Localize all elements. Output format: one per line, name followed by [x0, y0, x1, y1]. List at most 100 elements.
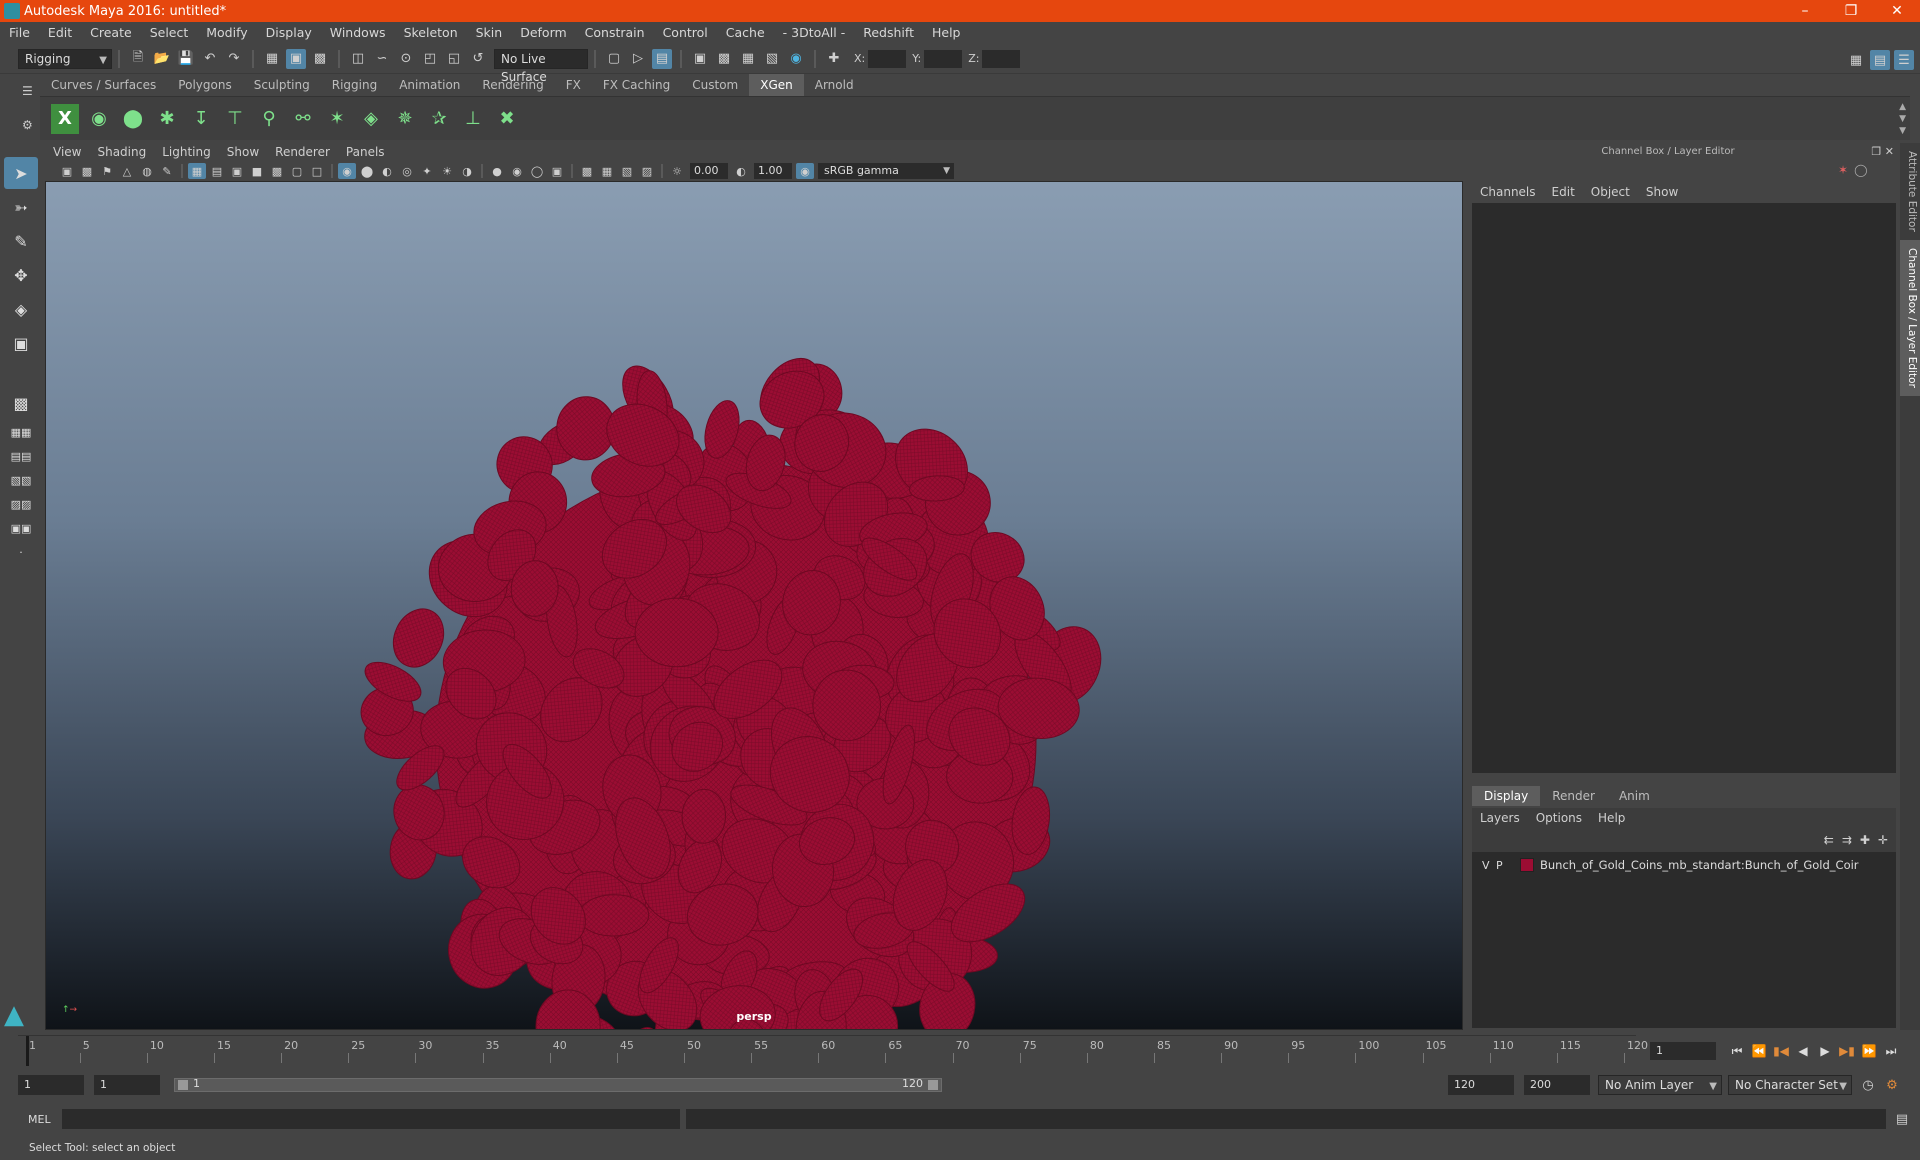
save-scene-icon[interactable]: 💾 [176, 49, 196, 69]
auto-key-icon[interactable]: ◷ [1858, 1075, 1878, 1095]
playback-end-field[interactable]: 120 [1448, 1075, 1514, 1095]
safe-action-icon[interactable]: ▢ [288, 163, 306, 179]
xgen-place-guide-icon[interactable]: ↧ [187, 104, 215, 134]
menu-create[interactable]: Create [81, 22, 141, 44]
go-to-start-icon[interactable]: ⏮ [1726, 1044, 1748, 1059]
menu-deform[interactable]: Deform [511, 22, 575, 44]
channel-box-menu-show[interactable]: Show [1638, 185, 1686, 199]
channel-box-toggle-icon[interactable]: ☰ [1894, 50, 1914, 70]
ipr-render-icon[interactable]: ▦ [738, 49, 758, 69]
channel-box-menu-edit[interactable]: Edit [1544, 185, 1583, 199]
scale-tool-icon[interactable]: ▣ [4, 327, 38, 359]
anti-aliasing-icon[interactable]: ◯ [528, 163, 546, 179]
shelf-tab-polygons[interactable]: Polygons [167, 74, 242, 96]
viewport-menu-renderer[interactable]: Renderer [267, 145, 338, 159]
step-back-key-icon[interactable]: ⏪ [1748, 1044, 1770, 1058]
current-frame-field[interactable]: 1 [1650, 1042, 1716, 1060]
isolate-select-icon[interactable]: ▩ [578, 163, 596, 179]
smooth-shade-icon[interactable]: ⬤ [358, 163, 376, 179]
gamma-field[interactable]: 1.00 [754, 163, 792, 179]
coins-wireframe[interactable] [46, 182, 1463, 1030]
image-plane-icon[interactable]: △ [118, 163, 136, 179]
animation-start-field[interactable]: 1 [18, 1075, 84, 1095]
snap-grid-icon[interactable]: ◫ [348, 49, 368, 69]
menu-redshift[interactable]: Redshift [854, 22, 923, 44]
new-scene-icon[interactable]: 🗎 [128, 49, 148, 69]
select-tool-icon[interactable]: ➤ [4, 157, 38, 189]
play-backwards-icon[interactable]: ◀ [1792, 1044, 1814, 1058]
film-gate-icon[interactable]: ▤ [208, 163, 226, 179]
command-language-label[interactable]: MEL [12, 1113, 62, 1126]
play-forwards-icon[interactable]: ▶ [1814, 1044, 1836, 1058]
menu-cache[interactable]: Cache [717, 22, 774, 44]
menu-display[interactable]: Display [257, 22, 321, 44]
safe-title-icon[interactable]: □ [308, 163, 326, 179]
select-components-icon[interactable]: ▩ [310, 49, 330, 69]
menu-constrain[interactable]: Constrain [576, 22, 654, 44]
close-icon[interactable]: ✕ [1874, 0, 1920, 22]
viewport-menu-lighting[interactable]: Lighting [154, 145, 219, 159]
shelf-tab-animation[interactable]: Animation [388, 74, 471, 96]
camera-select-icon[interactable]: ▣ [58, 163, 76, 179]
view-transform-dropdown[interactable]: sRGB gamma ▼ [818, 163, 954, 179]
snap-surface-icon[interactable]: ◱ [444, 49, 464, 69]
x-field[interactable] [868, 49, 907, 68]
construction-history-icon[interactable]: ▤ [652, 48, 672, 69]
layer-color-swatch[interactable] [1520, 858, 1534, 872]
snap-curve-icon[interactable]: ∽ [372, 49, 392, 69]
attribute-editor-toggle-icon[interactable]: ▤ [1870, 50, 1890, 70]
shelf-tab-fx-caching[interactable]: FX Caching [592, 74, 681, 96]
time-slider[interactable]: 1 5 10 15 20 25 30 35 40 45 50 55 60 65 70 75 80 85 90 95 10… [18, 1035, 1648, 1066]
menu-set-dropdown[interactable]: Rigging ▼ [18, 48, 112, 69]
xray-joints-icon[interactable]: ▧ [618, 163, 636, 179]
character-set-dropdown[interactable]: No Character Set ▼ [1728, 1075, 1852, 1095]
shelf-tab-rendering[interactable]: Rendering [471, 74, 554, 96]
xgen-preview-icon[interactable]: ◉ [85, 104, 113, 134]
animation-end-field[interactable]: 200 [1524, 1075, 1590, 1095]
input-operations-icon[interactable]: ▢ [604, 49, 624, 69]
move-tool-icon[interactable]: ✥ [4, 259, 38, 291]
outliner-persp-layout-icon[interactable]: ▣▣ [4, 517, 38, 539]
layer-tab-anim[interactable]: Anim [1607, 786, 1662, 806]
camera-attributes-icon[interactable]: ▩ [78, 163, 96, 179]
layer-tab-render[interactable]: Render [1540, 786, 1607, 806]
xgen-groom-icon[interactable]: ✱ [153, 104, 181, 134]
speed-icon[interactable]: ◯ [1854, 163, 1867, 177]
undo-icon[interactable]: ↶ [200, 49, 220, 69]
persp-graph-layout-icon[interactable]: ▨▨ [4, 493, 38, 515]
render-view-icon[interactable]: ▧ [762, 49, 782, 69]
z-field[interactable] [982, 49, 1021, 68]
grid-icon[interactable]: ▦ [188, 163, 206, 179]
menu-edit[interactable]: Edit [39, 22, 81, 44]
persp-outliner-layout-icon[interactable]: ▧▧ [4, 469, 38, 491]
shelf-tab-sculpting[interactable]: Sculpting [243, 74, 321, 96]
wireframe-icon[interactable]: ◉ [338, 163, 356, 179]
snap-together-icon[interactable]: ↺ [468, 49, 488, 69]
ambient-occlusion-icon[interactable]: ● [488, 163, 506, 179]
step-forward-frame-icon[interactable]: ▶▮ [1836, 1044, 1858, 1058]
shelf-tab-xgen[interactable]: XGen [749, 74, 804, 96]
xgen-comb-icon[interactable]: ✵ [391, 104, 419, 134]
layer-visibility-toggle[interactable]: V [1482, 859, 1496, 872]
channel-box-menu-channels[interactable]: Channels [1472, 185, 1544, 199]
open-scene-icon[interactable]: 📂 [152, 49, 172, 69]
layer-tab-display[interactable]: Display [1472, 786, 1541, 806]
output-operations-icon[interactable]: ▷ [628, 49, 648, 69]
layer-name[interactable]: Bunch_of_Gold_Coins_mb_standart:Bunch_of… [1540, 858, 1859, 872]
shelf-tab-arnold[interactable]: Arnold [804, 74, 865, 96]
textured-icon[interactable]: ✦ [418, 163, 436, 179]
menu-windows[interactable]: Windows [321, 22, 395, 44]
select-hierarchy-icon[interactable]: ▦ [262, 49, 282, 69]
2d-pan-zoom-icon[interactable]: ◍ [138, 163, 156, 179]
rotate-tool-icon[interactable]: ◈ [4, 293, 38, 325]
modeling-toolkit-icon[interactable]: ▦ [1846, 50, 1866, 70]
default-material-icon[interactable]: ◐ [378, 163, 396, 179]
snap-view-plane-icon[interactable]: ◰ [420, 49, 440, 69]
xgen-delete-icon[interactable]: ✖ [493, 104, 521, 134]
shelf-menu-icon[interactable]: ☰ [22, 84, 40, 98]
menu-file[interactable]: File [0, 22, 39, 44]
xray-icon[interactable]: ▦ [598, 163, 616, 179]
coin-mesh[interactable] [384, 601, 453, 676]
shadows-icon[interactable]: ◑ [458, 163, 476, 179]
select-objects-icon[interactable]: ▣ [286, 48, 306, 69]
